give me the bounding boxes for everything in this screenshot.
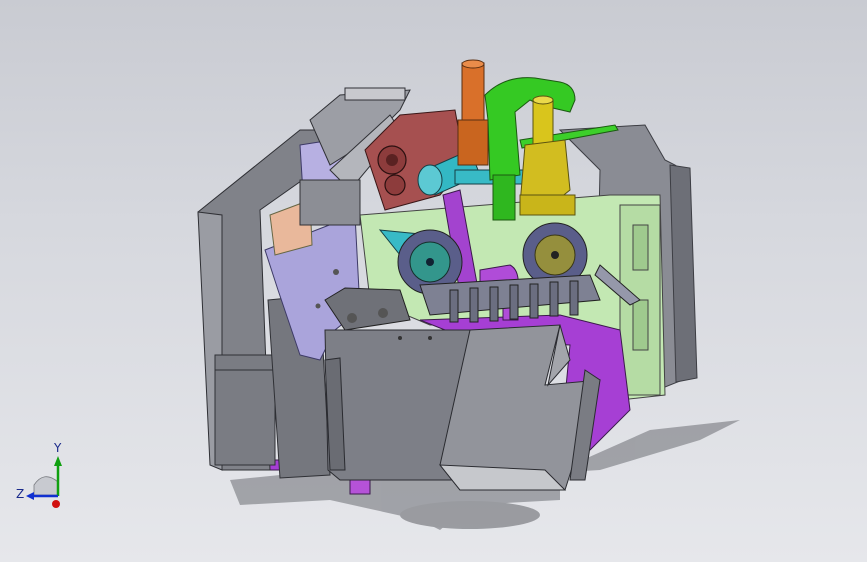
cad-graphics-viewport[interactable]: Y Z [0, 0, 867, 562]
z-axis-arrowhead [26, 492, 34, 500]
y-axis-arrowhead [54, 456, 62, 466]
triad-base-shape [33, 476, 59, 496]
orange-pipe[interactable] [457, 59, 489, 166]
z-axis-label: Z [16, 487, 24, 501]
coordinate-triad: Y Z [16, 441, 62, 508]
machine-assembly-model[interactable] [0, 0, 867, 562]
y-axis-label: Y [53, 441, 62, 455]
x-axis-dot [52, 500, 60, 508]
yellow-cylinder-assembly[interactable] [519, 95, 576, 216]
